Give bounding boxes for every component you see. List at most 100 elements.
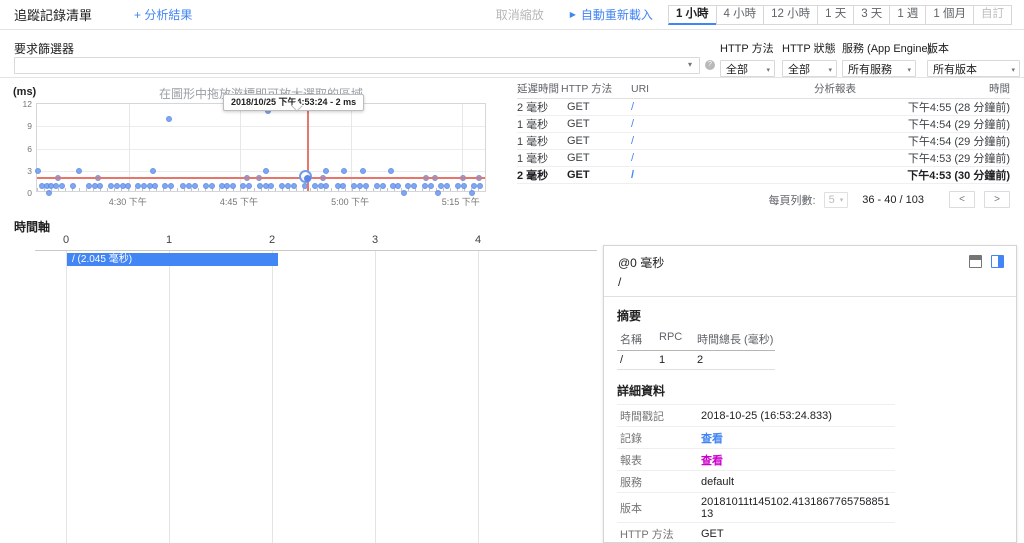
chevron-down-icon: ▾ (828, 67, 832, 74)
scatter-point[interactable] (411, 182, 418, 189)
scatter-point[interactable] (443, 182, 450, 189)
scatter-point[interactable] (268, 182, 274, 189)
scatter-point[interactable] (168, 182, 175, 189)
scatter-point[interactable] (150, 167, 157, 174)
scatter-point[interactable] (58, 182, 65, 189)
scatter-point[interactable] (46, 190, 53, 196)
trace-row[interactable]: 1 毫秒 GET / 下午4:54 (29 分鐘前) (517, 116, 1010, 133)
view-log-link[interactable]: 查看 (701, 430, 723, 446)
scatter-point[interactable] (322, 167, 329, 174)
scatter-point[interactable] (70, 182, 76, 189)
service-select[interactable]: 所有服務 ▾ (842, 60, 916, 77)
trace-latency: 1 毫秒 (517, 136, 549, 148)
time-range-12h[interactable]: 12 小時 (763, 4, 819, 25)
detail-panel-body: 摘要 名稱 RPC 時間總長 (毫秒) / 1 2 詳細資料 時間戳記 2018… (604, 297, 1016, 542)
top-bar: 追蹤記錄清單 + 分析結果 取消縮放 ▶ 自動重新載入 1 小時 4 小時 12… (0, 0, 1024, 30)
version-value: 所有版本 (933, 63, 977, 76)
col-report: 分析報表 (814, 83, 856, 95)
scatter-point[interactable] (208, 182, 215, 189)
scatter-point[interactable] (191, 182, 198, 189)
scatter-point[interactable] (151, 182, 158, 189)
scatter-point[interactable] (394, 182, 401, 189)
next-page-button[interactable]: > (984, 191, 1010, 208)
time-range-1h[interactable]: 1 小時 (667, 4, 717, 25)
time-range-custom[interactable]: 自訂 (973, 4, 1012, 25)
scatter-point[interactable] (454, 182, 461, 189)
detail-value: default (701, 475, 735, 488)
scatter-point[interactable] (379, 182, 386, 189)
time-range-4h[interactable]: 4 小時 (715, 4, 765, 25)
time-range-1d[interactable]: 1 天 (817, 4, 855, 25)
auto-reload-button[interactable]: ▶ 自動重新載入 (570, 6, 653, 23)
scatter-point[interactable] (388, 167, 395, 174)
scatter-point[interactable] (263, 167, 270, 174)
scatter-point[interactable] (359, 167, 366, 174)
detail-label: 記錄 (620, 432, 642, 445)
view-report-link[interactable]: 查看 (701, 452, 723, 468)
trace-row[interactable]: 1 毫秒 GET / 下午4:53 (29 分鐘前) (517, 150, 1010, 167)
summary-title: 摘要 (617, 309, 642, 323)
http-method-select[interactable]: 全部 ▾ (720, 60, 775, 77)
scatter-point[interactable] (373, 182, 380, 189)
horizontal-split-icon[interactable] (969, 255, 982, 268)
scatter-point[interactable] (477, 182, 484, 189)
trace-uri-link[interactable]: / (631, 135, 634, 147)
cancel-zoom-button[interactable]: 取消縮放 (496, 6, 544, 23)
scatter-point[interactable] (340, 182, 346, 189)
time-range-3d[interactable]: 3 天 (853, 4, 891, 25)
scatter-point[interactable] (85, 182, 92, 189)
detail-label: HTTP 方法 (620, 528, 674, 541)
pagination: 每頁列數: 5 ▾ 36 - 40 / 103 < > (517, 191, 1010, 208)
timeline-span-bar[interactable]: / (2.045 毫秒) (67, 253, 278, 266)
scatter-point[interactable] (427, 182, 434, 189)
http-status-select[interactable]: 全部 ▾ (782, 60, 837, 77)
rows-per-page-select[interactable]: 5 ▾ (823, 191, 849, 208)
scatter-point[interactable] (229, 182, 236, 189)
scatter-point[interactable] (245, 182, 252, 189)
scatter-point[interactable] (52, 182, 59, 189)
scatter-point[interactable] (401, 190, 408, 196)
scatter-point[interactable] (340, 167, 347, 174)
detail-value: GET (701, 527, 724, 540)
scatter-point[interactable] (290, 182, 297, 189)
selected-point[interactable] (303, 174, 311, 182)
timeline-gridline (478, 251, 479, 543)
version-select[interactable]: 所有版本 ▾ (927, 60, 1020, 77)
scatter-point[interactable] (256, 182, 263, 189)
scatter-point[interactable] (124, 182, 131, 189)
scatter-point[interactable] (434, 190, 441, 196)
chevron-down-icon: ▾ (839, 196, 844, 204)
scatter-point[interactable] (322, 182, 329, 189)
trace-method: GET (567, 152, 590, 164)
trace-uri-link[interactable]: / (631, 152, 634, 164)
time-range-1m[interactable]: 1 個月 (925, 4, 974, 25)
help-icon[interactable]: ? (705, 60, 715, 70)
trace-uri-link[interactable]: / (631, 118, 634, 130)
scatter-point[interactable] (421, 182, 428, 189)
details-title: 詳細資料 (617, 384, 666, 398)
trace-uri-link[interactable]: / (631, 101, 634, 113)
detail-label: 報表 (620, 454, 642, 467)
trace-row-selected[interactable]: 2 毫秒 GET / 下午4:53 (30 分鐘前) (517, 167, 1010, 184)
trace-time: 下午4:54 (29 分鐘前) (907, 136, 1010, 148)
scatter-point[interactable] (165, 115, 172, 122)
x-tick-label: 5:00 下午 (331, 197, 370, 207)
scatter-plot-area[interactable]: 2018/10/25 下午4:53:24 - 2 ms (34, 94, 486, 196)
trace-row[interactable]: 2 毫秒 GET / 下午4:55 (28 分鐘前) (517, 99, 1010, 116)
chevron-down-icon: ▾ (907, 67, 911, 74)
time-range-1w[interactable]: 1 週 (889, 4, 927, 25)
scatter-point[interactable] (223, 182, 230, 189)
scatter-point[interactable] (75, 167, 82, 174)
analysis-results-link[interactable]: + 分析結果 (134, 6, 192, 23)
scatter-point[interactable] (34, 167, 41, 174)
side-panel-icon[interactable] (991, 255, 1004, 268)
scatter-point[interactable] (362, 182, 369, 189)
detail-value: 2018-10-25 (16:53:24.833) (701, 409, 832, 422)
scatter-point[interactable] (97, 182, 103, 189)
prev-page-button[interactable]: < (949, 191, 975, 208)
request-filter-input[interactable] (14, 57, 700, 74)
trace-row[interactable]: 1 毫秒 GET / 下午4:54 (29 分鐘前) (517, 133, 1010, 150)
scatter-point[interactable] (202, 182, 209, 189)
trace-uri-link[interactable]: / (631, 169, 634, 181)
scatter-point[interactable] (460, 182, 467, 189)
